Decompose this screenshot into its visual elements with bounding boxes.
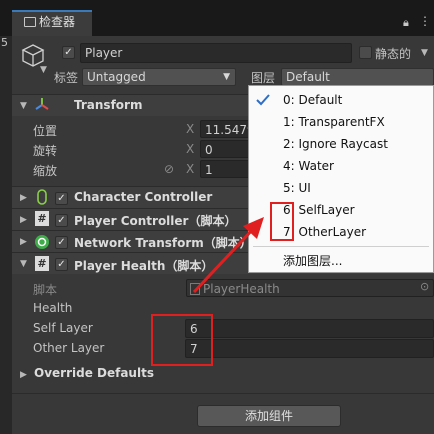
layer-value: Default (286, 70, 330, 84)
layer-option-0[interactable]: 0: Default (283, 93, 342, 107)
more-menu-icon[interactable]: ⋮ (419, 14, 431, 28)
tag-label: 标签 (54, 71, 79, 85)
static-label: 静态的 (375, 47, 412, 61)
network-transform-enabled-checkbox[interactable]: ✓ (55, 236, 68, 249)
layer-option-5[interactable]: 5: UI (283, 181, 311, 195)
add-component-button[interactable]: 添加组件 (197, 405, 341, 427)
annotation-arrow (192, 217, 264, 294)
network-transform-icon (35, 235, 49, 249)
icon-dropdown-arrow[interactable]: ▼ (40, 65, 47, 75)
link-icon[interactable]: ⊘ (164, 162, 174, 176)
character-controller-enabled-checkbox[interactable]: ✓ (55, 192, 68, 205)
highlight-box-fields (151, 314, 213, 366)
left-gutter (0, 36, 12, 434)
scale-label: 缩放 (33, 164, 58, 178)
popup-divider (253, 246, 429, 247)
layer-option-7[interactable]: 7: OtherLayer (283, 225, 366, 239)
add-layer-menu-item[interactable]: 添加图层... (283, 252, 342, 269)
character-controller-icon (37, 189, 47, 205)
self-layer-field[interactable]: 6 (185, 319, 434, 338)
position-x-axis: X (186, 122, 195, 136)
override-defaults-label[interactable]: Override Defaults (34, 366, 154, 380)
layer-label: 图层 (251, 71, 276, 85)
player-health-enabled-checkbox[interactable]: ✓ (55, 258, 68, 271)
foldout-arrow-icon[interactable]: ▶ (20, 237, 27, 247)
self-layer-label: Self Layer (33, 321, 93, 335)
inspector-icon (24, 17, 36, 27)
tag-value: Untagged (87, 70, 146, 84)
script-icon: # (35, 211, 49, 226)
foldout-arrow-icon[interactable]: ▼ (20, 101, 27, 111)
rotation-x-axis: X (186, 142, 195, 156)
gameobject-active-checkbox[interactable]: ✓ (62, 46, 75, 59)
script-label: 脚本 (33, 283, 58, 297)
layer-option-4[interactable]: 4: Water (283, 159, 334, 173)
lock-icon[interactable]: 🔒︎ (403, 16, 409, 30)
script-icon: # (35, 256, 49, 271)
tab-inspector-label: 检查器 (39, 15, 76, 29)
foldout-arrow-icon[interactable]: ▼ (20, 259, 27, 269)
gutter-number: 5 (1, 36, 8, 49)
other-layer-field[interactable]: 7 (185, 339, 434, 358)
rotation-label: 旋转 (33, 144, 58, 158)
highlight-box-popup (270, 202, 294, 241)
layer-popup-menu: 0: Default 1: TransparentFX 2: Ignore Ra… (248, 85, 434, 273)
divider (12, 393, 434, 394)
foldout-arrow-icon[interactable]: ▶ (20, 215, 27, 225)
foldout-arrow-icon[interactable]: ▶ (20, 193, 27, 203)
gameobject-name-field[interactable]: Player (80, 43, 352, 63)
character-controller-title: Character Controller (74, 190, 213, 204)
foldout-arrow-icon[interactable]: ▶ (20, 370, 27, 380)
object-picker-icon[interactable]: ⊙ (420, 280, 429, 293)
health-label: Health (33, 301, 73, 315)
static-checkbox[interactable] (359, 46, 372, 59)
transform-title: Transform (74, 98, 143, 112)
tag-dropdown[interactable]: Untagged ▼ (82, 68, 236, 86)
layer-option-2[interactable]: 2: Ignore Raycast (283, 137, 388, 151)
layer-option-1[interactable]: 1: TransparentFX (283, 115, 385, 129)
static-dropdown-arrow[interactable]: ▼ (421, 48, 428, 58)
scale-x-axis: X (186, 162, 195, 176)
chevron-down-icon: ▼ (223, 72, 230, 82)
other-layer-label: Other Layer (33, 341, 105, 355)
checkmark-icon (256, 94, 270, 106)
layer-dropdown[interactable]: Default (281, 68, 434, 86)
position-label: 位置 (33, 124, 58, 138)
transform-icon (35, 98, 49, 110)
player-controller-enabled-checkbox[interactable]: ✓ (55, 214, 68, 227)
